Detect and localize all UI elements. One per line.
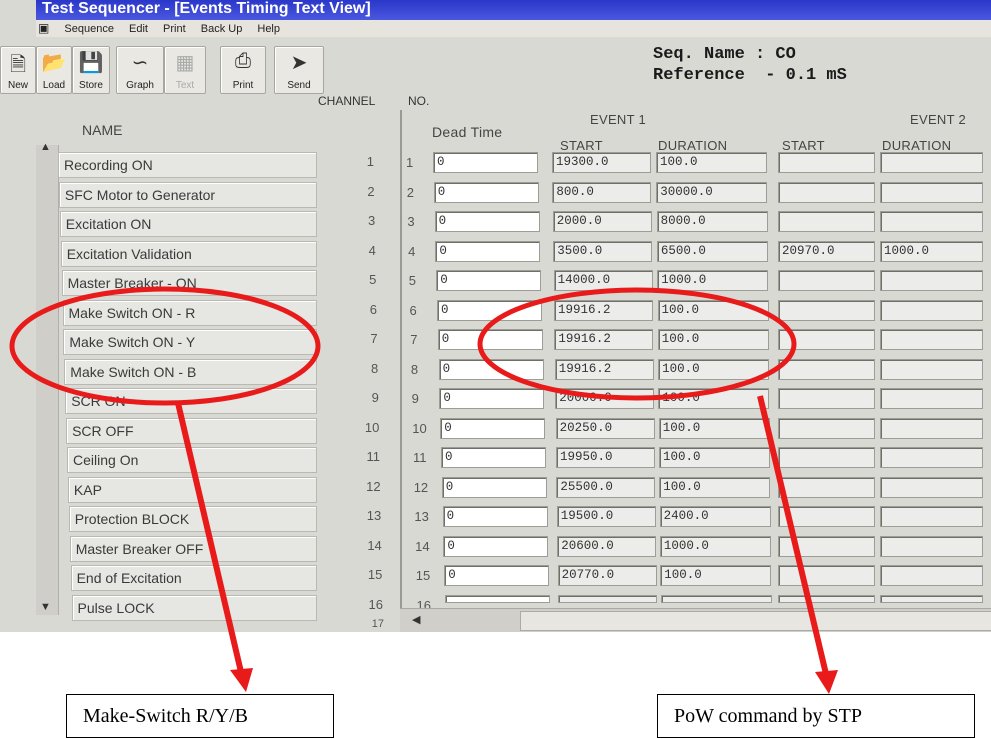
right-arrow-head [815, 670, 838, 694]
right-highlight-ellipse [477, 287, 797, 401]
callout-make-switch: Make-Switch R/Y/B [66, 694, 334, 738]
right-arrow-shaft [757, 395, 829, 675]
callout-pow-command: PoW command by STP [657, 694, 975, 738]
left-arrow-shaft [175, 402, 244, 673]
left-arrow-head [230, 668, 253, 692]
annotation-overlay [9, 286, 838, 694]
left-highlight-ellipse [9, 286, 321, 406]
